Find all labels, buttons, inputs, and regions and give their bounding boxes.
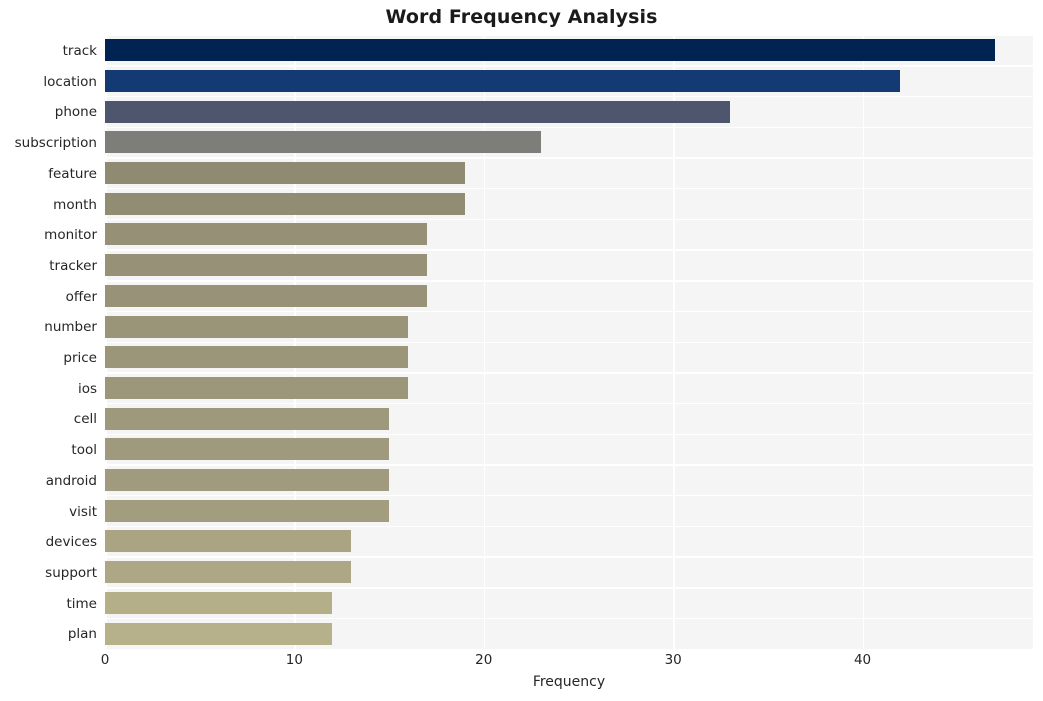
y-tick-label-feature: feature (48, 165, 97, 182)
bar-row (105, 619, 1033, 650)
bar-row (105, 404, 1033, 436)
bar-row (105, 67, 1033, 98)
bar-number[interactable] (105, 315, 409, 338)
bar-row (105, 497, 1033, 528)
bar-offer[interactable] (105, 284, 427, 307)
bar-ios[interactable] (105, 376, 409, 399)
x-tick-label-20: 20 (475, 652, 493, 668)
y-tick-label-android: android (45, 472, 97, 489)
bars-layer (105, 36, 1033, 650)
word-frequency-bar-chart: Word Frequency Analysis track location pho… (0, 0, 1043, 701)
y-tick-label-visit: visit (69, 503, 97, 520)
y-tick-label-time: time (66, 595, 97, 612)
bar-row (105, 527, 1033, 558)
bar-android[interactable] (105, 469, 390, 492)
y-axis-tick-labels: track location phone subscription feature mon… (0, 36, 97, 650)
y-tick-label-offer: offer (65, 288, 97, 305)
bar-row (105, 251, 1033, 282)
bar-time[interactable] (105, 591, 333, 614)
bar-subscription[interactable] (105, 131, 541, 154)
bar-row (105, 466, 1033, 497)
bar-month[interactable] (105, 192, 465, 215)
y-tick-label-track: track (62, 43, 97, 59)
bar-row (105, 374, 1033, 405)
bar-row (105, 190, 1033, 221)
y-tick-label-ios: ios (77, 380, 97, 397)
bar-row (105, 220, 1033, 251)
bar-monitor[interactable] (105, 223, 427, 246)
bar-row (105, 343, 1033, 374)
y-tick-label-tracker: tracker (49, 257, 97, 274)
y-tick-label-cell: cell (73, 411, 97, 428)
bar-row (105, 312, 1033, 343)
bar-tool[interactable] (105, 438, 390, 461)
x-tick-label-30: 30 (664, 652, 682, 668)
bar-row (105, 128, 1033, 159)
x-tick-label-0: 0 (100, 652, 110, 668)
bar-row (105, 589, 1033, 620)
bar-row (105, 97, 1033, 129)
y-tick-label-devices: devices (45, 534, 97, 551)
gridline-y-plan (105, 648, 1033, 650)
bar-row (105, 36, 1033, 67)
y-tick-label-tool: tool (71, 442, 97, 459)
y-tick-label-monitor: monitor (44, 227, 97, 244)
bar-track[interactable] (105, 39, 996, 62)
y-tick-label-support: support (45, 564, 97, 581)
x-axis-title: Frequency (532, 674, 606, 690)
y-tick-label-number: number (44, 319, 97, 336)
bar-row (105, 159, 1033, 190)
chart-title: Word Frequency Analysis (385, 6, 658, 28)
y-tick-label-month: month (53, 196, 97, 213)
bar-support[interactable] (105, 561, 352, 584)
x-tick-label-10: 10 (285, 652, 303, 668)
plot-area (105, 36, 1033, 650)
bar-row (105, 558, 1033, 589)
bar-devices[interactable] (105, 530, 352, 553)
y-tick-label-subscription: subscription (14, 135, 97, 152)
bar-phone[interactable] (105, 100, 730, 123)
x-axis-tick-labels: 0 10 20 30 40 (0, 652, 1043, 674)
bar-cell[interactable] (105, 407, 390, 430)
y-tick-label-phone: phone (54, 104, 97, 121)
bar-tracker[interactable] (105, 254, 427, 277)
bar-row (105, 282, 1033, 313)
x-tick-label-40: 40 (853, 652, 872, 668)
bar-row (105, 435, 1033, 466)
y-tick-label-price: price (63, 350, 97, 366)
y-tick-label-plan: plan (67, 626, 97, 643)
y-tick-label-location: location (43, 73, 97, 90)
bar-plan[interactable] (105, 622, 333, 645)
bar-location[interactable] (105, 69, 901, 92)
bar-feature[interactable] (105, 162, 465, 185)
bar-visit[interactable] (105, 499, 390, 522)
bar-price[interactable] (105, 346, 409, 369)
